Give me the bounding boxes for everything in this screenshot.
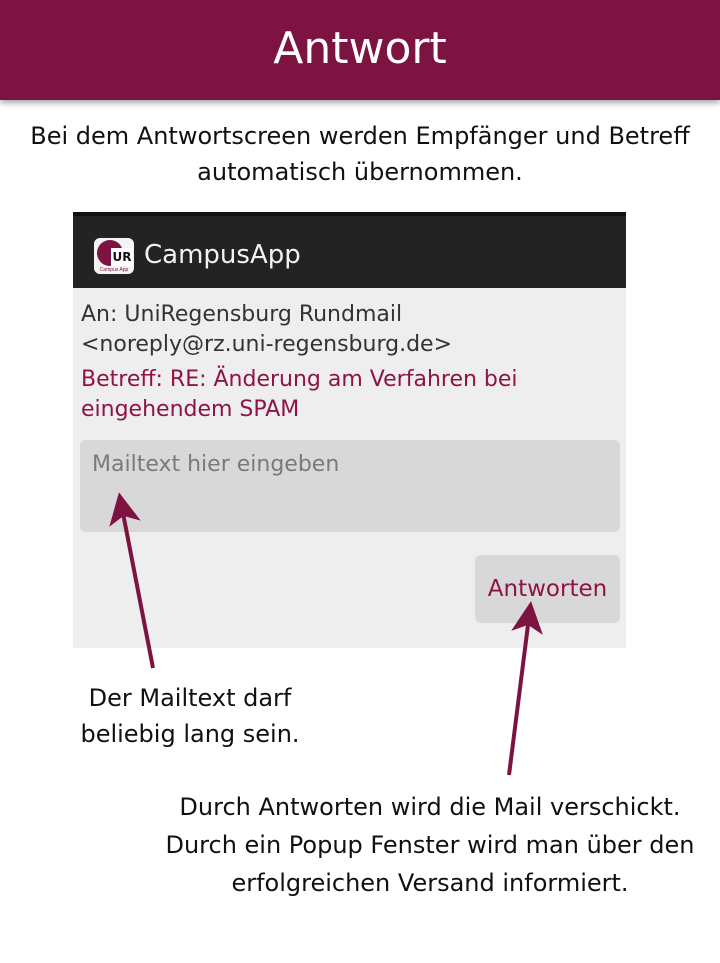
intro-text: Bei dem Antwortscreen werden Empfänger u…: [30, 122, 690, 186]
annotation-send: Durch Antworten wird die Mail verschickt…: [165, 793, 695, 897]
app-action-bar: UR Campus App CampusApp: [73, 212, 626, 288]
recipient: An: UniRegensburg Rundmail <noreply@rz.u…: [81, 300, 621, 360]
logo-subtext: Campus App: [99, 267, 129, 273]
app-name: CampusApp: [144, 240, 301, 270]
phone-screenshot: UR Campus App CampusApp An: UniRegensbur…: [73, 212, 626, 648]
slide-title: Antwort: [273, 22, 447, 74]
ur-logo-icon[interactable]: UR Campus App: [94, 238, 134, 274]
slide-header: Antwort: [0, 0, 720, 100]
recipient-address: <noreply@rz.uni-regensburg.de>: [81, 332, 453, 357]
mail-body-input[interactable]: [80, 440, 620, 532]
logo-ur-text: UR: [111, 248, 133, 266]
reply-button[interactable]: Antworten: [475, 555, 620, 623]
recipient-name: An: UniRegensburg Rundmail: [81, 302, 403, 327]
annotation-mailtext: Der Mailtext darf beliebig lang sein.: [80, 684, 300, 748]
subject-line: Betreff: RE: Änderung am Verfahren bei e…: [81, 367, 518, 422]
